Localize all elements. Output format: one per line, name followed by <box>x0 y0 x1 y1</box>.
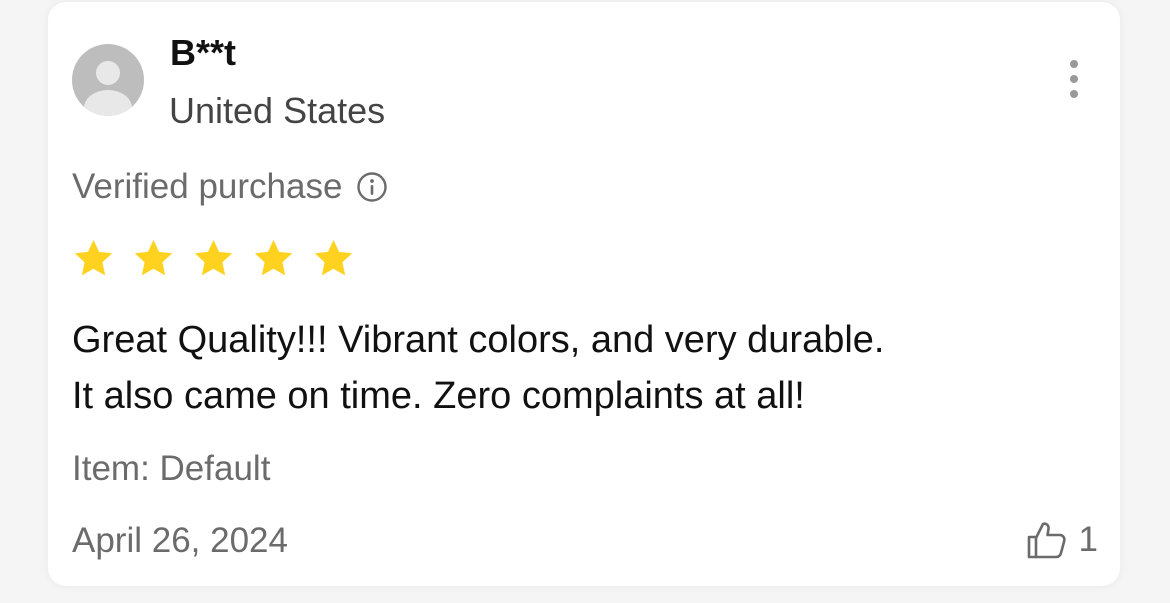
reviewer-name: B**t <box>170 32 237 73</box>
star-icon <box>74 239 113 276</box>
star-icon <box>314 239 353 276</box>
review-text-line: Great Quality!!! Vibrant colors, and ver… <box>72 319 885 361</box>
review-card: B**t United States Verified purchase Gre… <box>48 2 1120 586</box>
review-date: April 26, 2024 <box>72 521 288 560</box>
star-icon <box>194 239 233 276</box>
review-text-line: It also came on time. Zero complaints at… <box>72 375 805 417</box>
star-rating <box>72 237 355 280</box>
item-variant: Item: Default <box>72 449 271 488</box>
helpful-button[interactable]: 1 <box>1023 516 1098 564</box>
reviewer-country: United States <box>169 90 386 131</box>
info-icon[interactable] <box>356 171 388 203</box>
review-text: Great Quality!!! Vibrant colors, and ver… <box>72 312 1112 424</box>
avatar-head <box>96 61 120 85</box>
avatar[interactable] <box>72 44 144 116</box>
like-count: 1 <box>1078 520 1098 559</box>
avatar-body <box>84 90 132 116</box>
more-vertical-icon <box>1070 60 1078 68</box>
star-icon <box>254 239 293 276</box>
verified-purchase-label: Verified purchase <box>72 167 343 206</box>
verified-purchase: Verified purchase <box>72 166 388 208</box>
more-options-button[interactable] <box>1064 60 1084 106</box>
star-icon <box>134 239 173 276</box>
thumbs-up-icon <box>1027 522 1066 559</box>
